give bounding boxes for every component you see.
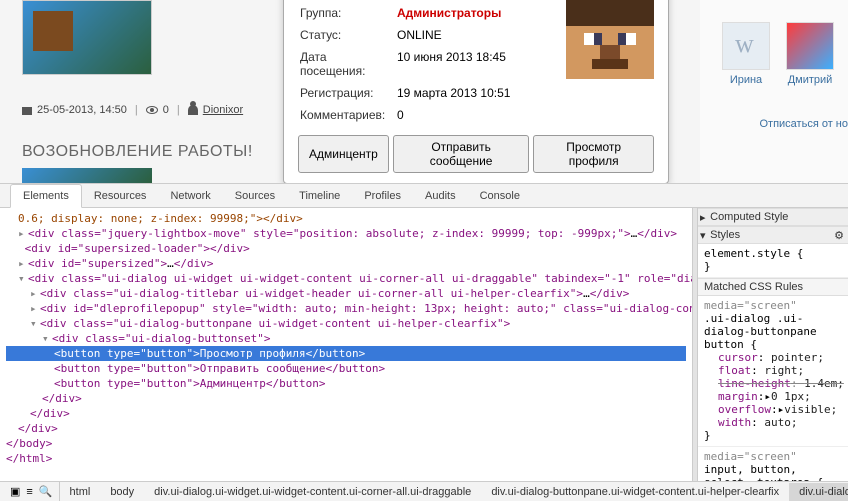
devtools-tabs: Elements Resources Network Sources Timel… — [0, 184, 848, 208]
dom-line[interactable]: ▾<div class="ui-dialog-buttonset"> — [6, 331, 686, 346]
inspect-icon[interactable]: 🔍 — [39, 485, 53, 498]
avatar — [566, 0, 654, 79]
admin-center-button[interactable]: Админцентр — [298, 135, 389, 173]
tab-audits[interactable]: Audits — [413, 185, 468, 207]
dom-line[interactable]: </body> — [6, 436, 686, 451]
comments-value: 0 — [397, 105, 652, 125]
unsubscribe-link[interactable]: Отписаться от но — [759, 118, 848, 130]
crumb-buttonpane[interactable]: div.ui-dialog-buttonpane.ui-widget-conte… — [481, 483, 789, 501]
style-rule-block[interactable]: media="screen" .ui-dialog .ui-dialog-but… — [698, 296, 848, 447]
dom-line[interactable]: <div id="supersized-loader"></div> — [6, 241, 686, 256]
styles-header[interactable]: ▾ Styles⚙ — [698, 226, 848, 244]
dom-line-selected[interactable]: <button type="button">Просмотр профиля</… — [6, 346, 686, 361]
tab-elements[interactable]: Elements — [10, 184, 82, 208]
dom-line[interactable]: 0.6; display: none; z-index: 99998;"></d… — [6, 211, 686, 226]
user-thumb — [722, 22, 770, 70]
reg-value: 19 марта 2013 10:51 — [397, 83, 652, 103]
user-name: Ирина — [730, 74, 762, 86]
tab-sources[interactable]: Sources — [223, 185, 287, 207]
post-metadata: 25-05-2013, 14:50 | 0 | Dionixor — [22, 104, 243, 116]
dom-line[interactable]: ▸<div class="ui-dialog-titlebar ui-widge… — [6, 286, 686, 301]
dom-line[interactable]: ▾<div class="ui-dialog-buttonpane ui-wid… — [6, 316, 686, 331]
reg-label: Регистрация: — [300, 83, 395, 103]
crumb-buttonset[interactable]: div.ui-dialog-buttonset — [789, 483, 848, 501]
comments-label: Комментариев: — [300, 105, 395, 125]
dom-line[interactable]: </html> — [6, 451, 686, 466]
dom-line[interactable]: </div> — [6, 391, 686, 406]
gear-icon[interactable]: ⚙ — [834, 229, 844, 242]
dom-line[interactable]: ▾<div class="ui-dialog ui-widget ui-widg… — [6, 271, 686, 286]
tab-resources[interactable]: Resources — [82, 185, 159, 207]
dom-line[interactable]: </div> — [6, 421, 686, 436]
tab-timeline[interactable]: Timeline — [287, 185, 352, 207]
crumb-body[interactable]: body — [100, 483, 144, 501]
matched-rules-header: Matched CSS Rules — [698, 278, 848, 296]
dom-line[interactable]: <button type="button">Отправить сообщени… — [6, 361, 686, 376]
dialog-button-row: Админцентр Отправить сообщение Просмотр … — [298, 135, 654, 173]
post-title[interactable]: ВОЗОБНОВЛЕНИЕ РАБОТЫ! — [22, 143, 253, 161]
style-rule-block[interactable]: element.style { } — [698, 244, 848, 278]
post-thumbnail-2[interactable] — [22, 168, 152, 183]
status-label: Статус: — [300, 25, 395, 45]
group-label: Группа: — [300, 3, 395, 23]
post-author-link[interactable]: Dionixor — [203, 104, 243, 116]
devtools-panel: Elements Resources Network Sources Timel… — [0, 183, 848, 501]
tab-network[interactable]: Network — [158, 185, 222, 207]
crumb-dialog[interactable]: div.ui-dialog.ui-widget.ui-widget-conten… — [144, 483, 481, 501]
tab-profiles[interactable]: Profiles — [352, 185, 413, 207]
post-date: 25-05-2013, 14:50 — [37, 104, 127, 116]
styles-panel[interactable]: ▸ Computed Style ▾ Styles⚙ element.style… — [698, 208, 848, 481]
page-content: 25-05-2013, 14:50 | 0 | Dionixor ВОЗОБНО… — [0, 0, 848, 183]
user-thumb — [786, 22, 834, 70]
profile-popup-dialog: Группа:Администраторы Статус:ONLINE Дата… — [283, 0, 669, 184]
user-name: Дмитрий — [788, 74, 833, 86]
author-icon — [188, 105, 198, 115]
send-message-button[interactable]: Отправить сообщение — [393, 135, 530, 173]
dom-line[interactable]: ▸<div id="dleprofilepopup" style="width:… — [6, 301, 686, 316]
dom-line[interactable]: ▸<div class="jquery-lightbox-move" style… — [6, 226, 686, 241]
post-thumbnail[interactable] — [22, 0, 152, 75]
style-rule-block[interactable]: media="screen" input, button, select, te… — [698, 447, 848, 481]
user-card-irina[interactable]: Ирина — [722, 22, 770, 86]
breadcrumb-bar: ▣ ≡ 🔍 html body div.ui-dialog.ui-widget.… — [0, 481, 848, 501]
right-column: Ирина Дмитрий Отписаться от но — [700, 0, 848, 183]
crumb-html[interactable]: html — [60, 483, 101, 501]
dom-line[interactable]: </div> — [6, 406, 686, 421]
console-icon[interactable]: ≡ — [26, 486, 32, 498]
dock-icon[interactable]: ▣ — [10, 485, 20, 498]
view-profile-button[interactable]: Просмотр профиля — [533, 135, 654, 173]
devtools-body: 0.6; display: none; z-index: 99998;"></d… — [0, 208, 848, 481]
post-views: 0 — [163, 104, 169, 116]
tab-console[interactable]: Console — [468, 185, 532, 207]
calendar-icon — [22, 105, 32, 115]
computed-style-header[interactable]: ▸ Computed Style — [698, 208, 848, 226]
views-icon — [146, 106, 158, 114]
dom-line[interactable]: <button type="button">Админцентр</button… — [6, 376, 686, 391]
elements-tree[interactable]: 0.6; display: none; z-index: 99998;"></d… — [0, 208, 692, 481]
user-card-dmitry[interactable]: Дмитрий — [786, 22, 834, 86]
visit-label: Дата посещения: — [300, 47, 395, 81]
dom-line[interactable]: ▸<div id="supersized">…</div> — [6, 256, 686, 271]
